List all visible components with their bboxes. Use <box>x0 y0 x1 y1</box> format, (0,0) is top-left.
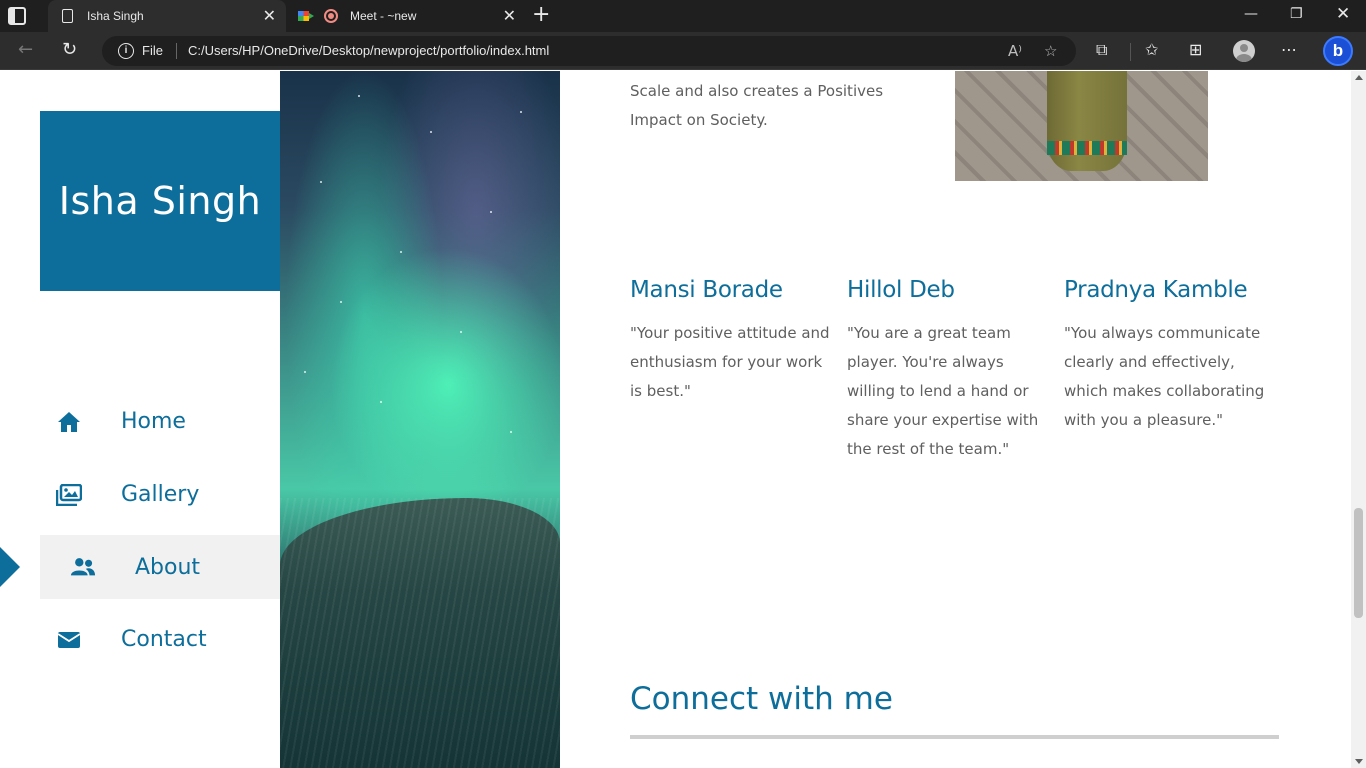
favorites-icon[interactable]: ✩ <box>1145 41 1158 59</box>
bing-icon[interactable]: b <box>1323 36 1353 66</box>
section-divider <box>630 735 1279 739</box>
extensions-icon[interactable]: ⧉ <box>1096 41 1107 59</box>
star <box>340 301 342 303</box>
back-icon[interactable]: ← <box>18 41 33 59</box>
more-icon[interactable]: ⋯ <box>1281 41 1297 59</box>
read-aloud-icon[interactable]: A⁾ <box>1008 42 1022 60</box>
site-title: Isha Singh <box>58 179 262 223</box>
users-icon <box>70 557 96 577</box>
meet-icon <box>298 9 314 23</box>
menu-item-contact[interactable]: Contact <box>40 603 280 676</box>
star <box>400 251 402 253</box>
page-scrollbar[interactable] <box>1351 71 1366 768</box>
tab-title: Isha Singh <box>87 9 144 23</box>
scroll-up-icon[interactable] <box>1355 75 1363 80</box>
testimonial-quote: "You always communicate clearly and effe… <box>1064 324 1265 429</box>
star <box>510 431 512 433</box>
saree-shape <box>1047 71 1127 171</box>
scroll-thumb[interactable] <box>1354 508 1363 618</box>
page-viewport: Isha Singh Home Gallery About Contact Sc… <box>0 71 1351 768</box>
collections-icon[interactable]: ⊞ <box>1189 41 1202 59</box>
star <box>320 181 322 183</box>
testimonial-card: Mansi Borade "Your positive attitude and… <box>630 277 847 464</box>
tab-title: Meet - ~new <box>350 9 417 23</box>
testimonial-quote: "Your positive attitude and enthusiasm f… <box>630 324 830 400</box>
tab-meet[interactable]: Meet - ~new ✕ <box>288 0 526 32</box>
side-menu: Home Gallery About Contact <box>0 385 280 676</box>
tab-isha-singh[interactable]: Isha Singh ✕ <box>48 0 286 32</box>
restore-icon[interactable]: ❐ <box>1290 6 1303 22</box>
star <box>430 131 432 133</box>
menu-item-gallery[interactable]: Gallery <box>40 458 280 531</box>
forest-hill <box>280 498 560 768</box>
testimonial-card: Hillol Deb "You are a great team player.… <box>847 277 1064 464</box>
document-icon <box>62 9 73 23</box>
info-icon[interactable]: i <box>118 43 134 59</box>
envelope-icon <box>56 631 82 649</box>
testimonials-section: Mansi Borade "Your positive attitude and… <box>630 277 1290 464</box>
star <box>380 401 382 403</box>
star <box>460 331 462 333</box>
add-favorite-icon[interactable]: ☆ <box>1044 42 1057 60</box>
saree-border <box>1047 141 1127 155</box>
menu-label: Gallery <box>121 482 200 507</box>
testimonial-quote: "You are a great team player. You're alw… <box>847 324 1039 458</box>
star <box>490 211 492 213</box>
active-indicator <box>0 547 20 587</box>
recording-icon <box>324 9 338 23</box>
testimonial-card: Pradnya Kamble "You always communicate c… <box>1064 277 1281 464</box>
address-divider <box>176 43 177 59</box>
testimonial-name: Mansi Borade <box>630 277 783 303</box>
menu-item-home[interactable]: Home <box>40 385 280 458</box>
home-icon <box>56 411 82 433</box>
testimonial-name: Hillol Deb <box>847 277 955 303</box>
scroll-down-icon[interactable] <box>1355 759 1363 764</box>
address-url[interactable]: C:/Users/HP/OneDrive/Desktop/newproject/… <box>188 43 549 58</box>
address-bar[interactable]: i File C:/Users/HP/OneDrive/Desktop/newp… <box>102 36 1076 66</box>
address-scheme: File <box>142 43 163 58</box>
star <box>358 95 360 97</box>
close-tab-icon[interactable]: ✕ <box>263 6 276 26</box>
brand-block: Isha Singh <box>40 111 280 291</box>
star <box>520 111 522 113</box>
menu-label: Contact <box>121 627 207 652</box>
star <box>304 371 306 373</box>
menu-label: Home <box>121 409 186 434</box>
connect-heading: Connect with me <box>630 681 893 717</box>
refresh-icon[interactable]: ↻ <box>62 41 77 59</box>
profile-photo <box>955 71 1208 181</box>
menu-label: About <box>135 554 201 580</box>
toolbar-divider <box>1130 43 1131 61</box>
aurora-image <box>280 71 560 768</box>
testimonial-name: Pradnya Kamble <box>1064 277 1248 303</box>
tab-overview-icon[interactable] <box>8 7 26 25</box>
browser-tab-bar: Isha Singh ✕ Meet - ~new ✕ + — ❐ ✕ <box>0 0 1366 32</box>
menu-item-about[interactable]: About <box>0 535 280 599</box>
intro-paragraph: Scale and also creates a Positives Impac… <box>630 82 884 129</box>
close-tab-icon[interactable]: ✕ <box>503 6 516 26</box>
minimize-icon[interactable]: — <box>1244 6 1258 22</box>
close-window-icon[interactable]: ✕ <box>1336 4 1350 24</box>
profile-icon[interactable] <box>1233 40 1255 62</box>
gallery-icon <box>56 483 82 506</box>
new-tab-icon[interactable]: + <box>532 4 550 26</box>
browser-toolbar: ← ↻ i File C:/Users/HP/OneDrive/Desktop/… <box>0 32 1366 70</box>
